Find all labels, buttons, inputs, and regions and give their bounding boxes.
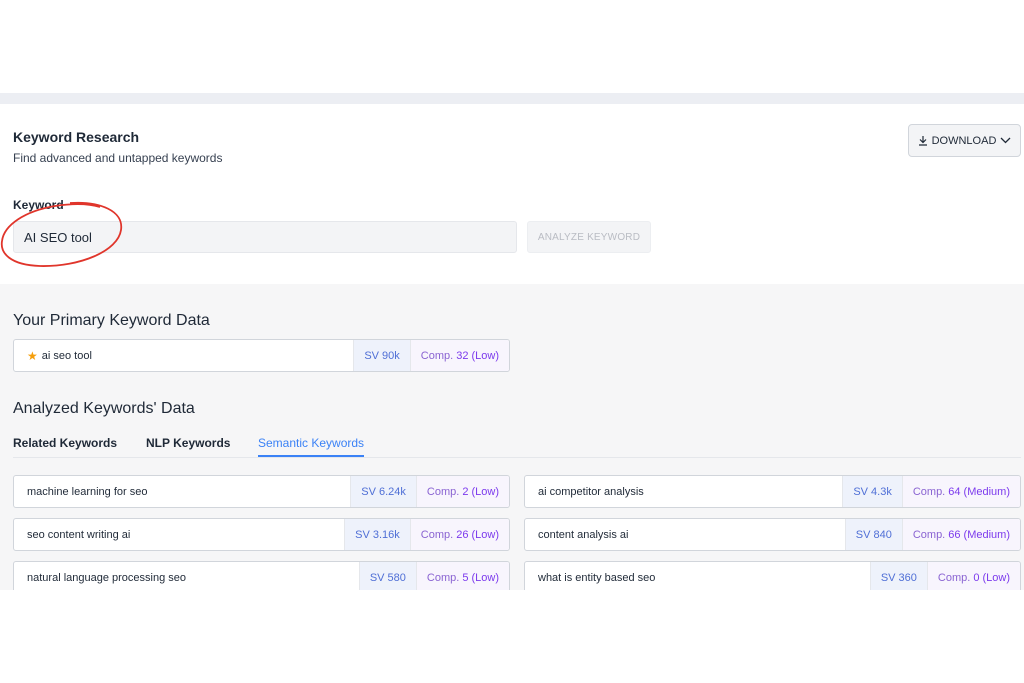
primary-comp: Comp. 32 (Low): [409, 340, 509, 371]
analyzed-heading: Analyzed Keywords' Data: [13, 400, 195, 417]
row-sv: SV 3.16k: [344, 519, 410, 550]
row-comp: Comp. 0 (Low): [926, 562, 1020, 593]
chevron-down-icon: [1000, 137, 1011, 144]
row-keyword: what is entity based seo: [538, 571, 656, 584]
download-label: DOWNLOAD: [931, 134, 997, 147]
row-keyword: natural language processing seo: [27, 571, 187, 584]
download-icon: [918, 136, 927, 146]
keyword-input[interactable]: [13, 221, 517, 253]
row-keyword: ai competitor analysis: [538, 485, 644, 498]
row-sv: SV 580: [358, 562, 416, 593]
row-keyword: machine learning for seo: [27, 485, 148, 498]
primary-heading: Your Primary Keyword Data: [13, 312, 210, 329]
row-sv: SV 4.3k: [842, 476, 902, 507]
download-button[interactable]: DOWNLOAD: [908, 124, 1021, 157]
primary-keyword-row: ★ ai seo tool SV 90k Comp. 32 (Low): [13, 339, 510, 372]
keyword-row: ai competitor analysis SV 4.3k Comp. 64 (…: [524, 475, 1021, 508]
page-subtitle: Find advanced and untapped keywords: [13, 151, 223, 165]
row-comp: Comp. 5 (Low): [415, 562, 509, 593]
tab-semantic-keywords[interactable]: Semantic Keywords: [258, 436, 365, 457]
row-comp: Comp. 26 (Low): [409, 519, 509, 550]
tab-related-keywords[interactable]: Related Keywords: [13, 436, 117, 455]
primary-keyword: ai seo tool: [41, 349, 92, 362]
keyword-label: Keyword: [13, 198, 64, 212]
keyword-tabs: Related Keywords NLP Keywords Semantic K…: [13, 436, 1021, 458]
row-keyword: seo content writing ai: [27, 528, 131, 541]
row-keyword: content analysis ai: [538, 528, 629, 541]
row-comp: Comp. 66 (Medium): [901, 519, 1020, 550]
star-icon: ★: [27, 348, 38, 363]
row-sv: SV 6.24k: [350, 476, 416, 507]
row-sv: SV 360: [869, 562, 927, 593]
keyword-row: machine learning for seo SV 6.24k Comp. 2…: [13, 475, 510, 508]
primary-sv: SV 90k: [353, 340, 410, 371]
top-band: [0, 93, 1024, 104]
keyword-row: content analysis ai SV 840 Comp. 66 (Medi…: [524, 518, 1021, 551]
row-sv: SV 840: [844, 519, 902, 550]
keyword-row: seo content writing ai SV 3.16k Comp. 26 …: [13, 518, 510, 551]
row-comp: Comp. 64 (Medium): [901, 476, 1020, 507]
header-panel: [0, 104, 1024, 284]
page-title: Keyword Research: [13, 129, 140, 145]
analyze-keyword-button[interactable]: ANALYZE KEYWORD: [527, 221, 651, 253]
bottom-whitespace: [0, 590, 1024, 683]
row-comp: Comp. 2 (Low): [415, 476, 509, 507]
tab-nlp-keywords[interactable]: NLP Keywords: [146, 436, 230, 455]
